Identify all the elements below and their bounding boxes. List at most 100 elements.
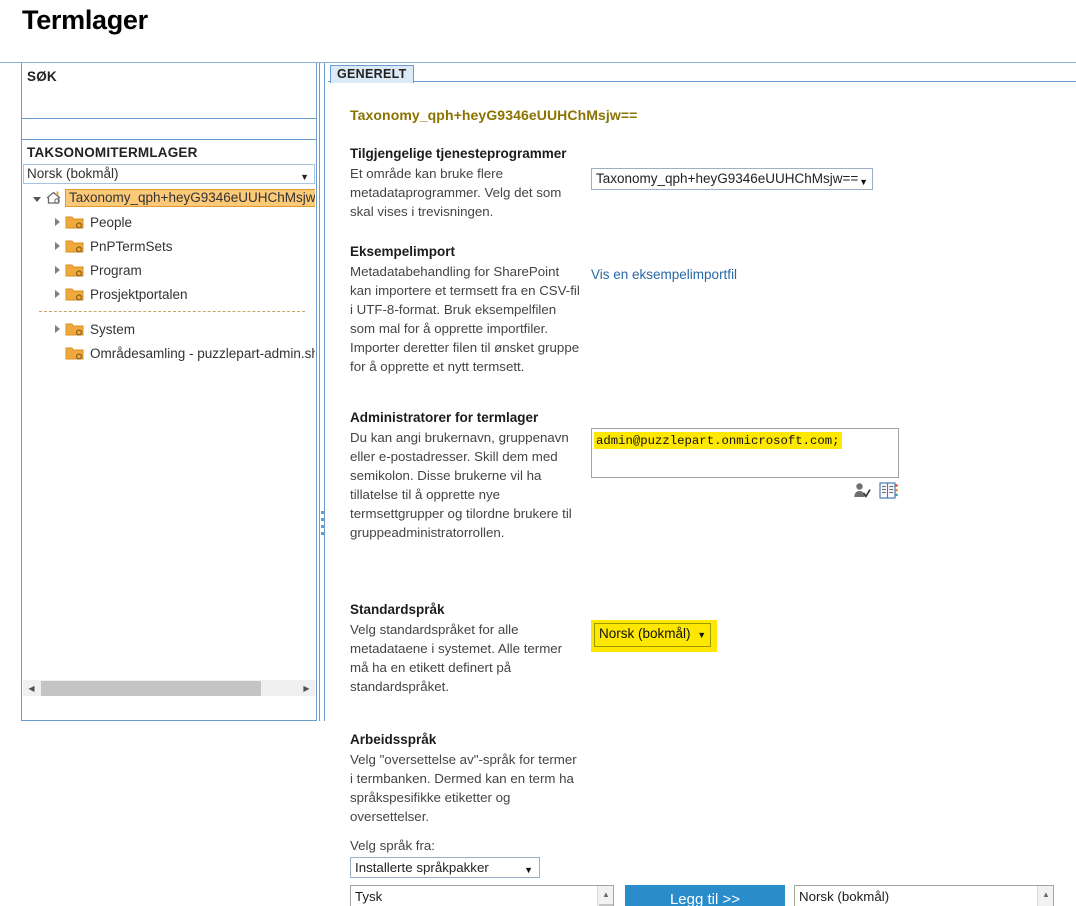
folder-icon xyxy=(65,286,87,302)
dual-listbox: Tysk Fransk Irsk Indonesisk ▲ ▼ Legg til xyxy=(328,885,1076,906)
folder-icon xyxy=(65,321,87,337)
available-languages-scrollbar[interactable]: ▲ ▼ xyxy=(597,886,613,906)
tree-node-program[interactable]: Program xyxy=(23,258,315,282)
list-item[interactable]: Norsk (bokmål) xyxy=(795,888,1053,906)
tree-node-people[interactable]: People xyxy=(23,210,315,234)
folder-icon xyxy=(65,345,87,361)
tab-generelt[interactable]: GENERELT xyxy=(330,65,414,83)
default-language-select[interactable]: Norsk (bokmål) ▼ xyxy=(594,623,712,647)
tree-node-label: Taxonomy_qph+heyG9346eUUHChMsjw== xyxy=(65,189,315,207)
section-sample-import: Eksempelimport Metadatabehandling for Sh… xyxy=(328,244,1076,376)
scrollbar-thumb[interactable] xyxy=(41,681,261,696)
section-administrators: Administratorer for termlager Du kan ang… xyxy=(328,410,1076,542)
source-language-select[interactable]: Installerte språkpakker ▼ xyxy=(350,857,540,878)
tabstrip: GENERELT xyxy=(328,63,1076,83)
section-description: Velg standardspråket for alle metadataen… xyxy=(350,622,563,694)
page-title: Termlager xyxy=(22,5,148,35)
available-languages-list: Tysk Fransk Irsk Indonesisk xyxy=(351,886,613,906)
expand-toggle-icon[interactable] xyxy=(49,214,65,230)
tree-node-label: System xyxy=(90,321,136,337)
section-heading: Tilgjengelige tjenesteprogrammer xyxy=(350,146,567,161)
expand-toggle-icon[interactable] xyxy=(49,286,65,302)
default-language-wrap: Norsk (bokmål) ▼ xyxy=(591,620,719,654)
service-application-select[interactable]: Taxonomy_qph+heyG9346eUUHChMsjw== ▼ xyxy=(591,168,873,190)
list-item[interactable]: Tysk xyxy=(351,888,613,906)
termstore-name-heading: Taxonomy_qph+heyG9346eUUHChMsjw== xyxy=(350,107,638,123)
tree-node-label: Områdesamling - puzzlepart-admin.sharepo… xyxy=(90,345,315,361)
section-description: Du kan angi brukernavn, gruppenavn eller… xyxy=(350,430,572,540)
search-input[interactable] xyxy=(22,119,316,139)
splitter-grip-icon xyxy=(321,511,325,539)
selected-languages-listbox[interactable]: Norsk (bokmål) Engelsk ▲ ▼ xyxy=(794,885,1054,906)
folder-icon xyxy=(65,214,87,230)
chevron-down-icon: ▼ xyxy=(524,865,533,875)
taxonomy-tree: Taxonomy_qph+heyG9346eUUHChMsjw== People xyxy=(23,186,315,698)
taxonomy-sidebar: SØK TAKSONOMITERMLAGER Norsk (bokmål) ▼ xyxy=(21,63,317,721)
tree-node-omradesamling[interactable]: Områdesamling - puzzlepart-admin.sharepo… xyxy=(23,341,315,365)
tree-node-label: People xyxy=(90,214,133,230)
source-language-value: Installerte språkpakker xyxy=(355,860,489,875)
search-input-row[interactable] xyxy=(22,119,316,140)
section-services: Tilgjengelige tjenesteprogrammer Et områ… xyxy=(328,146,1076,221)
expand-toggle-icon[interactable] xyxy=(49,321,65,337)
sidebar-language-value: Norsk (bokmål) xyxy=(27,166,119,181)
sidebar-language-select[interactable]: Norsk (bokmål) ▼ xyxy=(23,164,315,184)
default-language-value: Norsk (bokmål) xyxy=(599,626,691,641)
selected-languages-scrollbar[interactable]: ▲ ▼ xyxy=(1037,886,1053,906)
details-content: Taxonomy_qph+heyG9346eUUHChMsjw== Tilgje… xyxy=(328,83,1076,906)
tree-node-taxonomy[interactable]: Taxonomy_qph+heyG9346eUUHChMsjw== xyxy=(23,186,315,210)
section-description: Velg "oversettelse av"-språk for termer … xyxy=(350,752,577,824)
tree-node-system[interactable]: System xyxy=(23,317,315,341)
section-control: Norsk (bokmål) ▼ xyxy=(591,620,719,654)
selected-languages-list: Norsk (bokmål) Engelsk xyxy=(795,886,1053,906)
add-remove-buttons: Legg til >> << Fjern xyxy=(625,885,785,906)
section-heading: Standardspråk xyxy=(350,602,445,617)
tree-node-label: Prosjektportalen xyxy=(90,286,188,302)
available-languages-listbox[interactable]: Tysk Fransk Irsk Indonesisk ▲ ▼ xyxy=(350,885,614,906)
address-book-icon[interactable] xyxy=(879,482,899,502)
section-description: Metadatabehandling for SharePoint kan im… xyxy=(350,264,580,374)
tree-node-label: PnPTermSets xyxy=(90,238,173,254)
section-control: Vis en eksempelimportfil xyxy=(591,266,737,284)
tree-node-label: Program xyxy=(90,262,142,278)
tree-node-prosjektportalen[interactable]: Prosjektportalen xyxy=(23,282,315,306)
app-root: Termlager SØK TAKSONOMITERMLAGER Norsk (… xyxy=(0,0,1076,906)
section-description: Et område kan bruke flere metadataprogra… xyxy=(350,166,562,219)
service-application-value: Taxonomy_qph+heyG9346eUUHChMsjw== xyxy=(596,171,859,186)
scroll-up-icon[interactable]: ▲ xyxy=(598,886,613,902)
section-default-language: Standardspråk Velg standardspråket for a… xyxy=(328,602,1076,696)
scroll-right-icon[interactable]: ▶ xyxy=(298,680,315,697)
folder-icon xyxy=(65,262,87,278)
section-working-languages: Arbeidsspråk Velg "oversettelse av"-språ… xyxy=(328,732,1076,906)
tree-horizontal-scrollbar[interactable]: ◀ ▶ xyxy=(23,679,315,696)
folder-icon xyxy=(65,238,87,254)
section-heading: Eksempelimport xyxy=(350,244,456,259)
expand-toggle-icon[interactable] xyxy=(29,190,45,206)
search-header: SØK xyxy=(27,69,57,84)
section-heading: Arbeidsspråk xyxy=(350,732,437,747)
search-section: SØK xyxy=(22,63,316,119)
chevron-down-icon: ▼ xyxy=(859,177,868,187)
tree-node-pnptermsets[interactable]: PnPTermSets xyxy=(23,234,315,258)
scroll-left-icon[interactable]: ◀ xyxy=(23,680,40,697)
expand-toggle-icon[interactable] xyxy=(49,262,65,278)
section-heading: Administratorer for termlager xyxy=(350,410,539,425)
tree-separator xyxy=(39,311,305,312)
administrators-actions xyxy=(843,482,899,502)
check-names-icon[interactable] xyxy=(853,482,871,502)
chevron-down-icon: ▼ xyxy=(697,630,707,640)
home-icon xyxy=(45,190,65,206)
add-language-button[interactable]: Legg til >> xyxy=(625,885,785,906)
taxonomy-header: TAKSONOMITERMLAGER xyxy=(27,145,198,160)
expand-toggle-icon[interactable] xyxy=(49,238,65,254)
details-panel: GENERELT Taxonomy_qph+heyG9346eUUHChMsjw… xyxy=(328,63,1076,906)
administrators-field-wrap: admin@puzzlepart.onmicrosoft.com; xyxy=(591,428,899,499)
administrators-textarea[interactable] xyxy=(591,428,899,478)
source-language-label: Velg språk fra: xyxy=(350,838,435,853)
chevron-down-icon: ▼ xyxy=(300,172,309,182)
panel-splitter[interactable] xyxy=(319,63,325,721)
section-control: Taxonomy_qph+heyG9346eUUHChMsjw== ▼ xyxy=(591,168,873,190)
scroll-up-icon[interactable]: ▲ xyxy=(1038,886,1053,902)
section-control: admin@puzzlepart.onmicrosoft.com; xyxy=(591,428,899,499)
sample-import-link[interactable]: Vis en eksempelimportfil xyxy=(591,267,737,282)
